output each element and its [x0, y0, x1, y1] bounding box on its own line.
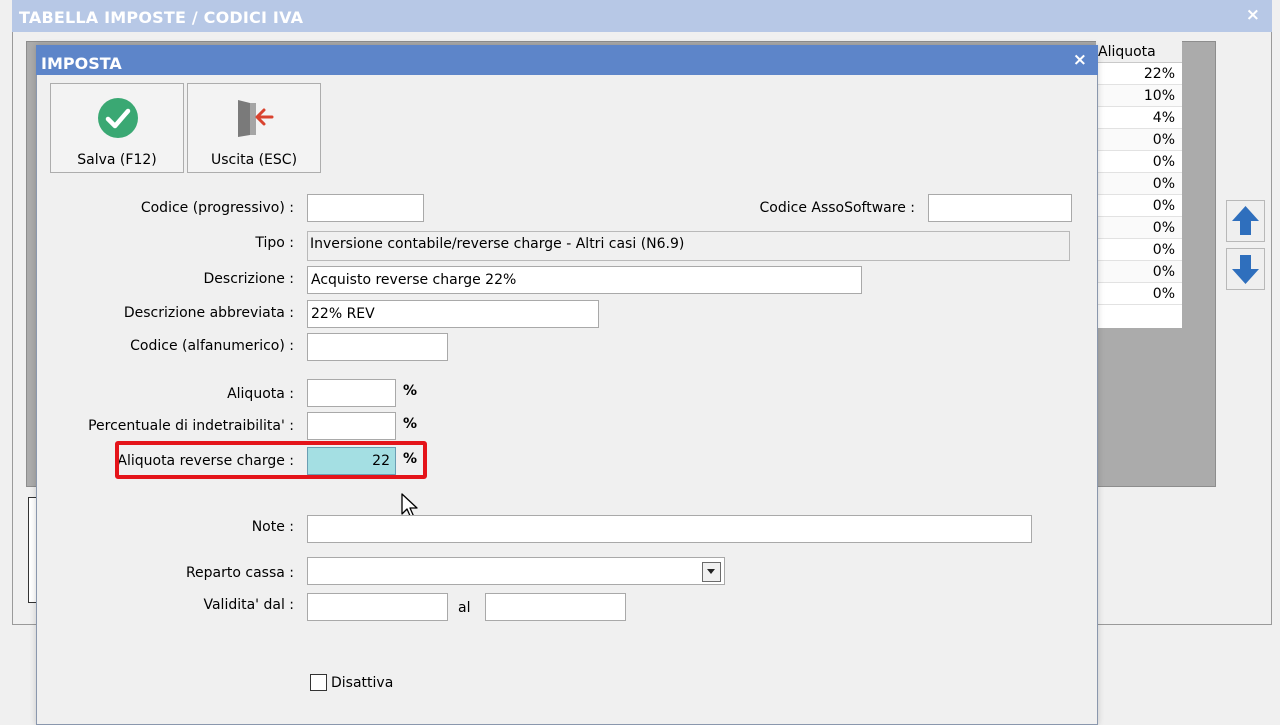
chevron-down-icon[interactable] [702, 562, 721, 582]
door-exit-icon [238, 100, 274, 137]
back-window-close-icon[interactable]: × [1246, 5, 1260, 25]
back-window-titlebar: TABELLA IMPOSTE / CODICI IVA × [12, 0, 1272, 32]
descrizione-abbreviata-input[interactable]: 22% REV [307, 300, 599, 328]
codice-assosoftware-input[interactable] [928, 194, 1072, 222]
arrow-up-icon [1232, 206, 1259, 235]
note-label: Note : [251, 519, 294, 535]
exit-button[interactable]: Uscita (ESC) [187, 83, 321, 173]
descrizione-label: Descrizione : [203, 271, 295, 287]
indetraibilita-input[interactable] [307, 412, 396, 440]
table-row[interactable]: 0% [1096, 217, 1182, 239]
descrizione-abbreviata-label: Descrizione abbreviata : [123, 305, 294, 321]
reparto-cassa-label: Reparto cassa : [185, 565, 294, 581]
table-row[interactable]: 0% [1096, 195, 1182, 217]
table-row[interactable]: 0% [1096, 129, 1182, 151]
save-button-label: Salva (F12) [77, 152, 157, 168]
disattiva-checkbox[interactable] [310, 674, 327, 691]
highlight-box [115, 441, 427, 479]
validita-dal-input[interactable] [307, 593, 448, 621]
descrizione-input[interactable]: Acquisto reverse charge 22% [307, 266, 862, 294]
table-row[interactable]: 0% [1096, 283, 1182, 305]
validita-al-input[interactable] [485, 593, 626, 621]
tipo-label: Tipo : [255, 235, 294, 251]
codice-progressivo-label: Codice (progressivo) : [140, 200, 294, 216]
table-row[interactable]: 4% [1096, 107, 1182, 129]
indetraibilita-label: Percentuale di indetraibilita' : [88, 418, 294, 434]
dialog-close-icon[interactable]: × [1073, 50, 1087, 70]
back-window-title: TABELLA IMPOSTE / CODICI IVA [19, 8, 304, 27]
disattiva-label[interactable]: Disattiva [331, 675, 393, 691]
aliquota-unit: % [403, 383, 418, 399]
table-row[interactable]: 0% [1096, 239, 1182, 261]
save-button[interactable]: Salva (F12) [50, 83, 184, 173]
exit-button-label: Uscita (ESC) [210, 152, 298, 168]
validita-dal-label: Validita' dal : [203, 597, 294, 613]
dialog-titlebar: IMPOSTA × [36, 45, 1098, 75]
table-row[interactable]: 0% [1096, 261, 1182, 283]
table-row[interactable]: 0% [1096, 151, 1182, 173]
dialog-title: IMPOSTA [41, 54, 122, 73]
reparto-cassa-select[interactable] [307, 557, 725, 585]
codice-alfanumerico-label: Codice (alfanumerico) : [130, 338, 294, 354]
table-row[interactable]: 0% [1096, 173, 1182, 195]
codice-assosoftware-label: Codice AssoSoftware : [759, 200, 916, 216]
indetraibilita-unit: % [403, 416, 418, 432]
note-input[interactable] [307, 515, 1032, 543]
codice-progressivo-input[interactable] [307, 194, 424, 222]
codice-alfanumerico-input[interactable] [307, 333, 448, 361]
table-row[interactable]: 10% [1096, 85, 1182, 107]
validita-al-label: al [458, 600, 471, 616]
check-circle-icon [98, 98, 138, 138]
move-up-button[interactable] [1226, 200, 1265, 242]
move-down-button[interactable] [1226, 248, 1265, 290]
aliquota-input[interactable] [307, 379, 396, 407]
arrow-down-icon [1232, 255, 1259, 284]
grid-header-aliquota[interactable]: Aliquota [1096, 41, 1182, 63]
aliquota-label: Aliquota : [227, 386, 294, 402]
table-row[interactable]: 22% [1096, 63, 1182, 85]
tipo-field[interactable]: Inversione contabile/reverse charge - Al… [307, 231, 1070, 261]
